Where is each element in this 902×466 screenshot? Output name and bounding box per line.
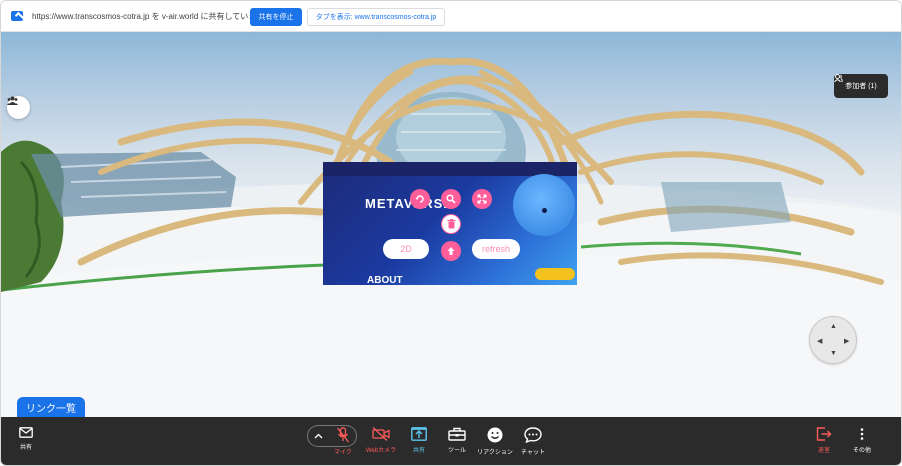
mail-share-label: 共有	[19, 445, 32, 451]
mail-icon	[19, 427, 33, 438]
rotate-button[interactable]	[410, 189, 430, 209]
chevron-up-icon	[314, 433, 323, 439]
link-list-tab[interactable]: リンク一覧	[17, 397, 85, 417]
expand-button[interactable]	[472, 189, 492, 209]
screen-share-icon	[411, 427, 427, 441]
magnifier-icon	[446, 194, 456, 204]
reaction-label: リアクション	[477, 450, 513, 456]
mail-share-button[interactable]: 共有	[6, 417, 46, 465]
movement-pad[interactable]: ▲ ▼ ◀ ▶	[809, 316, 857, 364]
people-icon	[7, 96, 18, 105]
smiley-icon	[487, 427, 503, 443]
screen-share-label: 共有	[412, 448, 425, 454]
app-window: https://www.transcosmos-cotra.jp を v-air…	[0, 0, 902, 466]
zoom-button[interactable]	[441, 189, 461, 209]
chat-button[interactable]: チャット	[513, 417, 553, 465]
screen-share-button[interactable]: 共有	[399, 417, 439, 465]
expand-icon	[477, 194, 487, 204]
upload-icon	[447, 247, 455, 255]
rotate-icon	[415, 195, 424, 203]
share-status-text: https://www.transcosmos-cotra.jp を v-air…	[32, 12, 265, 21]
bottom-toolbar: 共有 マイク Webカメラ 共有 ツール リアクション チャット 退室 その他	[1, 417, 901, 465]
camera-off-icon	[372, 427, 390, 441]
more-button[interactable]: その他	[842, 417, 882, 465]
exit-icon	[816, 427, 832, 441]
show-tab-button[interactable]: タブを表示: www.transcosmos-cotra.jp	[307, 8, 445, 26]
people-button[interactable]	[7, 96, 30, 119]
arrow-right-icon[interactable]: ▶	[844, 337, 849, 345]
more-label: その他	[852, 448, 871, 454]
leave-label: 退室	[817, 448, 830, 454]
mic-muted-icon	[337, 427, 349, 443]
about-heading: ABOUT	[367, 275, 403, 285]
metaverse-title: METAVERSE	[365, 196, 453, 211]
camera-button[interactable]: Webカメラ	[361, 417, 401, 465]
mode-2d-button[interactable]: 2D	[383, 239, 429, 259]
mic-button[interactable]: マイク	[323, 417, 363, 465]
arrow-down-icon[interactable]: ▼	[830, 350, 837, 357]
participants-label: 参加者 (1)	[845, 83, 877, 90]
chat-bubble-icon	[524, 427, 542, 443]
globe-graphic	[513, 174, 575, 236]
leave-button[interactable]: 退室	[804, 417, 844, 465]
tools-label: ツール	[447, 448, 466, 454]
tools-button[interactable]: ツール	[437, 417, 477, 465]
mic-label: マイク	[334, 450, 352, 456]
participants-icon	[834, 74, 843, 82]
stop-sharing-button[interactable]: 共有を停止	[250, 8, 302, 26]
arrow-up-icon[interactable]: ▲	[830, 323, 837, 330]
refresh-button[interactable]: refresh	[472, 239, 520, 259]
screen-share-bar: https://www.transcosmos-cotra.jp を v-air…	[1, 1, 901, 32]
upload-button[interactable]	[441, 241, 461, 261]
trash-icon	[447, 219, 455, 229]
screen-share-icon	[11, 11, 23, 21]
chat-label: チャット	[521, 450, 545, 456]
cursor-dot	[542, 208, 547, 213]
arrow-left-icon[interactable]: ◀	[817, 337, 822, 345]
delete-button[interactable]	[441, 214, 461, 234]
participants-button[interactable]: 参加者 (1)	[834, 74, 888, 98]
screen-cta-chip	[535, 268, 575, 280]
camera-label: Webカメラ	[365, 448, 397, 454]
reaction-button[interactable]: リアクション	[475, 417, 515, 465]
toolbox-icon	[448, 427, 466, 441]
more-vertical-icon	[860, 428, 864, 440]
